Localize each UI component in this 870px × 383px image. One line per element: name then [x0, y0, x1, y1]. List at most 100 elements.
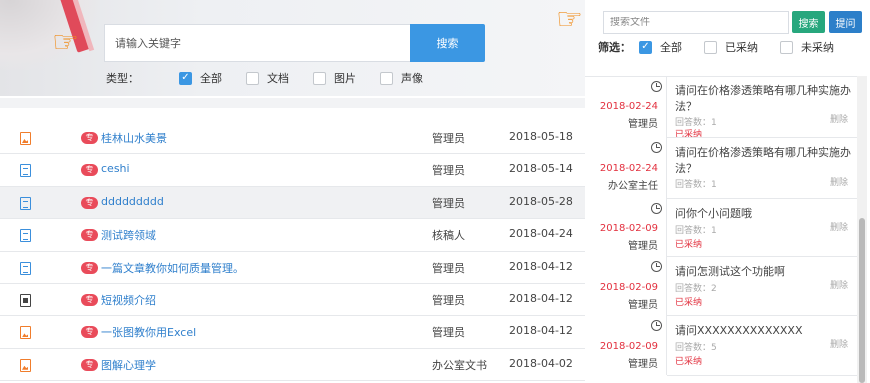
image-file-icon: [20, 358, 31, 372]
document-row[interactable]: 专 一张图教你用Excel 管理员 2018-04-12: [0, 316, 585, 349]
question-meta: 2018-02-24 管理员: [585, 76, 667, 137]
featured-badge: 专: [81, 293, 98, 306]
document-title-link[interactable]: 图解心理学: [101, 357, 156, 373]
document-row[interactable]: 专 测试跨领域 核稿人 2018-04-24: [0, 219, 585, 252]
question-meta: 2018-02-09 管理员: [585, 315, 667, 375]
type-option-label: 声像: [401, 72, 423, 85]
document-row[interactable]: 专 短视频介绍 管理员 2018-04-12: [0, 284, 585, 317]
keyword-search-box[interactable]: [104, 24, 410, 62]
type-option-label: 图片: [334, 72, 356, 85]
document-author: 管理员: [432, 261, 465, 275]
document-date: 2018-04-12: [509, 291, 573, 305]
question-item[interactable]: 2018-02-09 管理员 问你个小问题哦 回答数：1 删除 已采纳: [585, 198, 857, 256]
document-row[interactable]: 专 ddddddddd 管理员 2018-05-28: [0, 186, 585, 220]
document-title-link[interactable]: 短视频介绍: [101, 292, 156, 308]
question-title-link[interactable]: 请问在价格渗透策略有哪几种实施办法？: [675, 145, 855, 177]
document-date: 2018-04-02: [509, 356, 573, 370]
document-title-link[interactable]: 桂林山水美景: [101, 130, 167, 146]
video-file-icon: [20, 293, 31, 307]
document-author: 核稿人: [432, 229, 465, 243]
checkbox-icon[interactable]: [313, 71, 326, 85]
type-filter-label: 类型：: [106, 72, 139, 85]
delete-link[interactable]: 删除: [830, 220, 848, 233]
document-file-icon: [20, 164, 31, 178]
delete-link[interactable]: 删除: [830, 175, 848, 188]
status-option-not-adopted[interactable]: 未采纳: [780, 39, 834, 55]
document-author: 管理员: [432, 164, 465, 178]
question-title-link[interactable]: 问你个小问题哦: [675, 206, 855, 222]
question-title-link[interactable]: 请问XXXXXXXXXXXXXX: [675, 323, 855, 339]
clock-icon: [651, 203, 662, 214]
document-author: 管理员: [432, 293, 465, 307]
question-item[interactable]: 2018-02-09 管理员 请问怎测试这个功能啊 回答数：2 删除 已采纳: [585, 256, 857, 315]
file-search-button[interactable]: 搜索: [792, 11, 825, 33]
answer-count: 回答数：1: [675, 226, 717, 236]
checkbox-icon[interactable]: [780, 40, 793, 54]
type-option-image[interactable]: 图片: [313, 70, 356, 86]
qa-panel: 搜索 提问 筛选： ✓ 全部 已采纳 未采纳 2018-02-24 管理员 请问…: [585, 0, 870, 383]
document-row[interactable]: 专 图解心理学 办公室文书 2018-04-02: [0, 349, 585, 382]
document-row[interactable]: 专 桂林山水美景 管理员 2018-05-18: [0, 122, 585, 155]
question-list: 2018-02-24 管理员 请问在价格渗透策略有哪几种实施办法？ 回答数：1 …: [585, 56, 857, 383]
document-date: 2018-05-14: [509, 162, 573, 176]
checkbox-icon[interactable]: [246, 71, 259, 85]
question-item[interactable]: 2018-02-09 管理员 请问XXXXXXXXXXXXXX 回答数：5 删除…: [585, 315, 857, 375]
checkbox-checked-icon[interactable]: ✓: [179, 71, 192, 85]
status-filter-label: 筛选：: [598, 41, 631, 54]
question-title-link[interactable]: 请问怎测试这个功能啊: [675, 264, 855, 280]
question-item[interactable]: 2018-02-24 办公室主任 请问在价格渗透策略有哪几种实施办法？ 回答数：…: [585, 137, 857, 198]
answer-count: 回答数：1: [675, 180, 717, 190]
status-filter: 筛选： ✓ 全部 已采纳 未采纳: [598, 39, 856, 55]
list-divider: [667, 375, 857, 376]
document-file-icon: [20, 229, 31, 243]
type-option-audio-video[interactable]: 声像: [380, 70, 423, 86]
clock-icon: [651, 320, 662, 331]
document-title-link[interactable]: 一张图教你用Excel: [101, 324, 196, 340]
status-option-label: 全部: [660, 41, 682, 54]
keyword-search-button[interactable]: 搜索: [410, 24, 485, 62]
ask-question-button[interactable]: 提问: [829, 11, 862, 33]
status-option-adopted[interactable]: 已采纳: [704, 39, 758, 55]
status-option-all[interactable]: ✓ 全部: [639, 39, 682, 55]
document-title-link[interactable]: ceshi: [101, 162, 130, 175]
document-title-link[interactable]: 测试跨领域: [101, 227, 156, 243]
document-row[interactable]: 专 ceshi 管理员 2018-05-14: [0, 154, 585, 187]
question-meta: 2018-02-09 管理员: [585, 256, 667, 315]
checkbox-icon[interactable]: [380, 71, 393, 85]
document-file-icon: [20, 261, 31, 275]
delete-link[interactable]: 删除: [830, 278, 848, 291]
featured-badge: 专: [81, 164, 98, 177]
file-search-box[interactable]: [603, 11, 789, 34]
delete-link[interactable]: 删除: [830, 112, 848, 125]
document-search-panel: ☞ 搜索 类型： ✓ 全部 文档 图片 声像 专 桂林山水美景 管理员 2018: [0, 0, 585, 383]
type-filter: 类型： ✓ 全部 文档 图片 声像: [106, 70, 447, 86]
keyword-search-input[interactable]: [115, 25, 410, 61]
type-option-all[interactable]: ✓ 全部: [179, 70, 222, 86]
clock-icon: [651, 142, 662, 153]
question-item[interactable]: 2018-02-24 管理员 请问在价格渗透策略有哪几种实施办法？ 回答数：1 …: [585, 76, 857, 140]
checkbox-icon[interactable]: [704, 40, 717, 54]
document-title-link[interactable]: 一篇文章教你如何质量管理。: [101, 260, 244, 276]
checkbox-checked-icon[interactable]: ✓: [639, 40, 652, 54]
answer-count: 回答数：2: [675, 284, 717, 294]
question-date: 2018-02-24: [599, 163, 658, 174]
scrollbar-thumb[interactable]: [859, 218, 865, 383]
document-row[interactable]: 专 一篇文章教你如何质量管理。 管理员 2018-04-12: [0, 252, 585, 284]
document-title-link[interactable]: ddddddddd: [101, 195, 164, 208]
pointing-hand-icon: ☞: [52, 25, 79, 60]
question-date: 2018-02-24: [599, 101, 658, 112]
document-file-icon: [20, 196, 31, 210]
clock-icon: [651, 81, 662, 92]
file-search-input[interactable]: [610, 17, 788, 28]
adopted-status: 已采纳: [675, 357, 703, 367]
question-date: 2018-02-09: [599, 282, 658, 293]
document-date: 2018-04-12: [509, 259, 573, 273]
question-title-link[interactable]: 请问在价格渗透策略有哪几种实施办法？: [675, 83, 855, 115]
document-list: 专 桂林山水美景 管理员 2018-05-18 专 ceshi 管理员 2018…: [0, 122, 585, 382]
question-author: 管理员: [628, 300, 658, 311]
status-option-label: 未采纳: [801, 41, 834, 54]
delete-link[interactable]: 删除: [830, 337, 848, 350]
question-author: 管理员: [628, 241, 658, 252]
type-option-document[interactable]: 文档: [246, 70, 289, 86]
featured-badge: 专: [81, 132, 98, 144]
